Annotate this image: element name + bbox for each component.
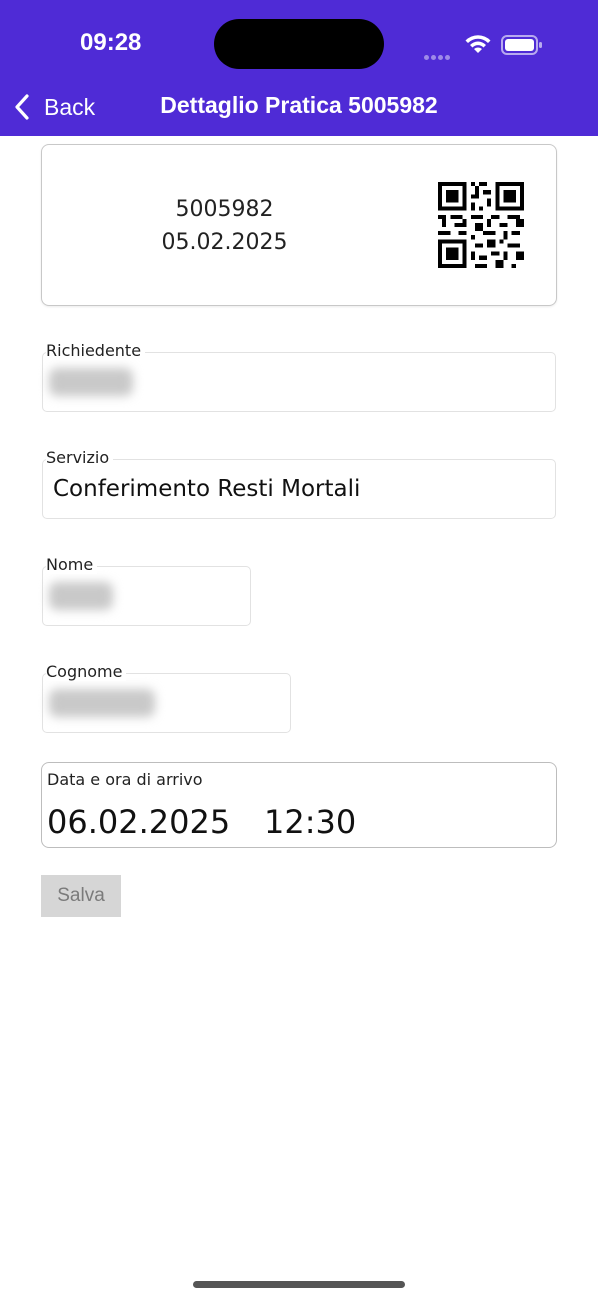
summary-card: 5005982 05.02.2025	[41, 144, 557, 306]
cognome-label: Cognome	[46, 662, 127, 681]
redacted-value	[49, 689, 155, 717]
redacted-value	[49, 582, 113, 610]
app-header: 09:28 Back Dettaglio Pratica 5005982	[0, 0, 598, 136]
arrival-datetime-field: Data e ora di arrivo 06.02.2025 12:30	[41, 762, 557, 848]
signal-icon	[424, 47, 452, 65]
practice-number: 5005982	[175, 197, 274, 222]
redacted-value	[49, 368, 133, 396]
servizio-value: Conferimento Resti Mortali	[53, 476, 361, 502]
arrival-label: Data e ora di arrivo	[47, 770, 203, 789]
arrival-time-picker[interactable]: 12:30	[264, 803, 356, 841]
servizio-label: Servizio	[46, 448, 114, 467]
dynamic-island	[214, 19, 384, 69]
battery-icon	[501, 35, 543, 60]
practice-date: 05.02.2025	[161, 230, 288, 255]
richiedente-field[interactable]	[42, 352, 556, 412]
nome-field[interactable]	[42, 566, 251, 626]
qr-code-icon	[438, 182, 524, 273]
servizio-field[interactable]: Conferimento Resti Mortali	[42, 459, 556, 519]
wifi-icon	[464, 33, 492, 60]
status-time: 09:28	[80, 29, 142, 56]
nome-label: Nome	[46, 555, 98, 574]
save-button[interactable]: Salva	[41, 875, 121, 917]
page-title: Dettaglio Pratica 5005982	[160, 92, 438, 118]
cognome-field[interactable]	[42, 673, 291, 733]
arrival-date-picker[interactable]: 06.02.2025	[47, 803, 230, 841]
home-indicator[interactable]	[193, 1281, 405, 1288]
richiedente-label: Richiedente	[46, 341, 146, 360]
